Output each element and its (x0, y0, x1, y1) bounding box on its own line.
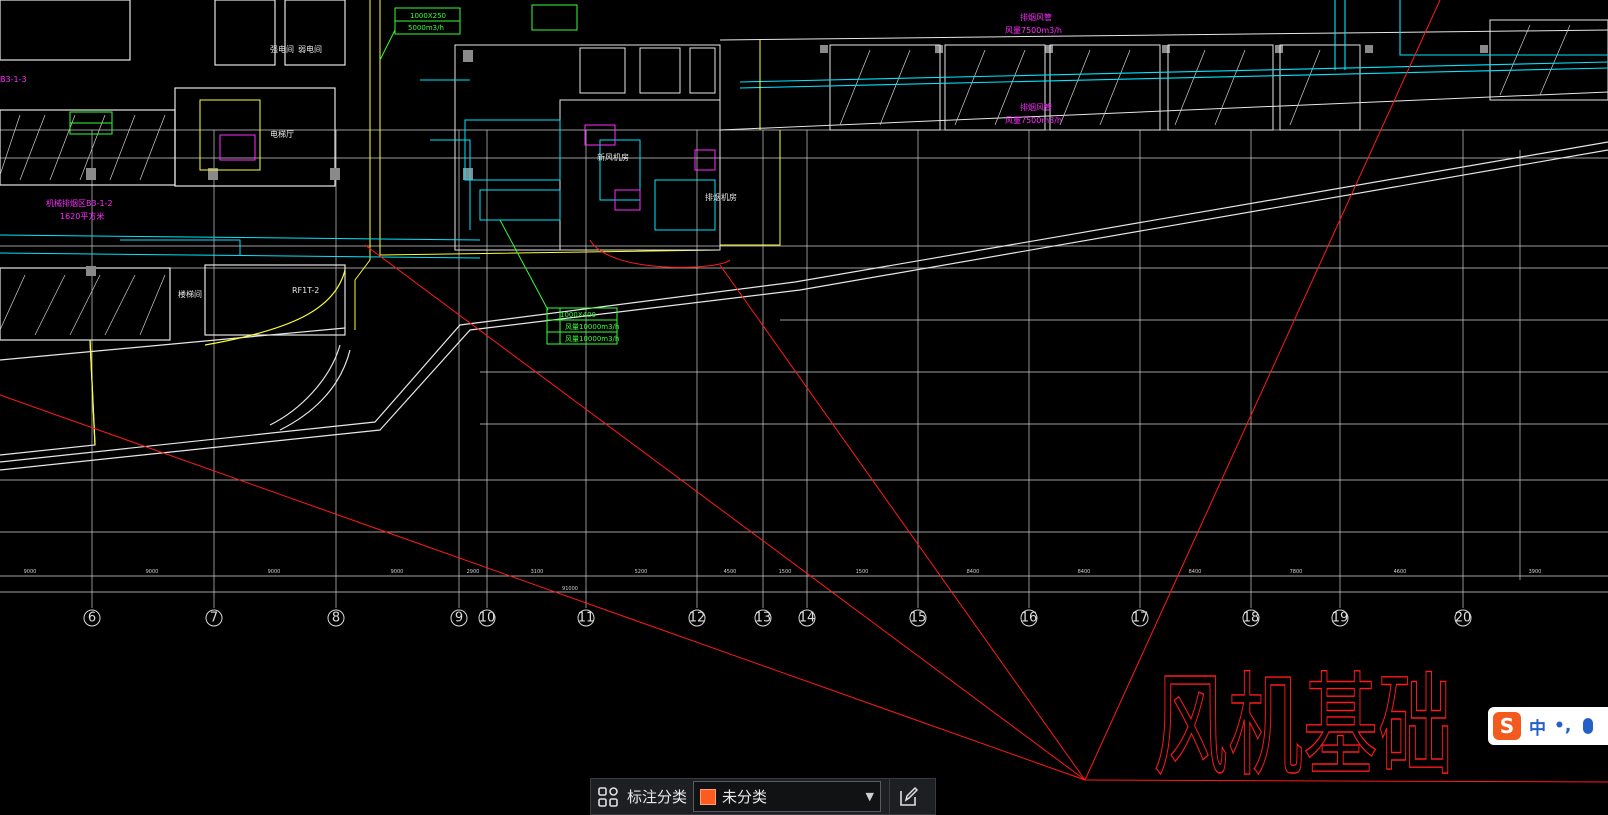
axis-label: 9 (455, 611, 463, 626)
axis-bubble-14: 14 (798, 609, 816, 627)
axis-bubble-8: 8 (327, 609, 345, 627)
apps-grid-icon[interactable] (591, 779, 625, 814)
dimension-value: 2900 (467, 569, 480, 575)
svg-text:1620平方米: 1620平方米 (60, 211, 104, 221)
svg-text:风量7500m3/h: 风量7500m3/h (1005, 26, 1062, 35)
axis-bubbles: 6 7 8 9 10 11 12 13 14 15 16 17 18 19 20 (83, 609, 1472, 627)
svg-text:强电间: 强电间 (270, 44, 294, 54)
svg-text:电梯厅: 电梯厅 (270, 129, 294, 139)
sogou-logo-icon[interactable]: S (1493, 712, 1521, 740)
axis-label: 12 (689, 611, 706, 626)
dimension-value: 8400 (967, 569, 980, 575)
grid-lines-vertical (91, 130, 1521, 608)
chevron-down-icon: ▼ (865, 790, 875, 803)
svg-text:风量7500m3/h: 风量7500m3/h (1005, 116, 1062, 125)
dimension-value: 1500 (856, 569, 869, 575)
edit-note-icon[interactable] (889, 779, 926, 814)
dimension-texts: 9000 9000 9000 9000 2900 3100 5200 4500 1500 1500… (24, 569, 1542, 575)
axis-bubble-19: 19 (1331, 609, 1349, 627)
classification-label: 标注分类 (627, 788, 688, 806)
axis-bubble-7: 7 (205, 609, 223, 627)
axis-bubble-9: 9 (450, 609, 468, 627)
svg-text:风量10000m3/h: 风量10000m3/h (565, 335, 619, 343)
dimension-value: 4500 (724, 569, 737, 575)
dimension-value: 9000 (146, 569, 159, 575)
svg-text:弱电间: 弱电间 (298, 44, 322, 54)
axis-label: 19 (1332, 611, 1349, 626)
axis-bubble-17: 17 (1131, 609, 1149, 627)
dimension-value: 3900 (1529, 569, 1542, 575)
svg-text:排烟机房: 排烟机房 (705, 192, 737, 202)
svg-text:新风机房: 新风机房 (597, 152, 629, 162)
dimension-value: 3100 (531, 569, 544, 575)
axis-label: 20 (1455, 611, 1472, 626)
svg-text:风量10000m3/h: 风量10000m3/h (565, 323, 619, 331)
dimension-lines (0, 575, 1608, 593)
svg-text:1000X250: 1000X250 (410, 12, 446, 20)
building-plan: 强电间 弱电间 电梯厅 B3-1-3 机械排烟区B3-1-2 1620平方米 排… (0, 0, 1608, 471)
dimension-value: 5200 (635, 569, 648, 575)
dimension-value: 8400 (1078, 569, 1091, 575)
svg-text:B3-1-3: B3-1-3 (0, 75, 27, 84)
axis-bubble-18: 18 (1242, 609, 1260, 627)
ime-language-toggle[interactable]: 中 (1529, 714, 1546, 739)
ime-status-widget[interactable]: S 中 •, (1488, 707, 1608, 745)
microphone-icon[interactable] (1583, 718, 1594, 734)
axis-label: 7 (210, 611, 218, 626)
dimension-value: 9000 (268, 569, 281, 575)
annotation-classification-toolbar: 标注分类 未分类 ▼ (590, 778, 936, 815)
dimension-value: 9000 (24, 569, 37, 575)
grid-lines-horizontal (0, 129, 1608, 533)
axis-bubble-20: 20 (1454, 609, 1472, 627)
axis-label: 13 (755, 611, 772, 626)
axis-bubble-15: 15 (909, 609, 927, 627)
axis-bubble-12: 12 (688, 609, 706, 627)
svg-text:RF1T-2: RF1T-2 (292, 286, 319, 295)
dimension-value: 9000 (391, 569, 404, 575)
svg-text:1000X400: 1000X400 (560, 311, 596, 319)
axis-bubble-6: 6 (83, 609, 101, 627)
axis-label: 8 (332, 611, 340, 626)
axis-bubble-16: 16 (1020, 609, 1038, 627)
axis-label: 15 (910, 611, 927, 626)
axis-bubble-11: 11 (577, 609, 595, 627)
axis-label: 11 (578, 611, 595, 626)
cad-drawing-canvas[interactable]: 9000 9000 9000 9000 2900 3100 5200 4500 1500 1500… (0, 0, 1608, 815)
ime-punctuation-toggle[interactable]: •, (1554, 716, 1571, 736)
axis-bubble-10: 10 (478, 609, 496, 627)
axis-label: 17 (1132, 611, 1149, 626)
axis-label: 14 (799, 611, 816, 626)
axis-label: 6 (88, 611, 96, 626)
classification-select[interactable]: 未分类 ▼ (693, 781, 882, 812)
svg-text:机械排烟区B3-1-2: 机械排烟区B3-1-2 (46, 198, 113, 208)
svg-text:排烟风管: 排烟风管 (1020, 102, 1052, 112)
dimension-value: 1500 (779, 569, 792, 575)
dimension-total: 91000 (562, 586, 578, 592)
annotation-text-fan-foundation[interactable]: 风机基础 (1152, 661, 1453, 792)
svg-text:5000m3/h: 5000m3/h (408, 24, 444, 32)
dimension-value: 7800 (1290, 569, 1303, 575)
axis-bubble-13: 13 (754, 609, 772, 627)
axis-label: 18 (1243, 611, 1260, 626)
dimension-value: 4600 (1394, 569, 1407, 575)
category-color-swatch (700, 788, 717, 805)
svg-text:排烟风管: 排烟风管 (1020, 12, 1052, 22)
axis-label: 16 (1021, 611, 1038, 626)
svg-text:楼梯间: 楼梯间 (178, 289, 202, 299)
dimension-value: 8400 (1189, 569, 1202, 575)
classification-selected-value: 未分类 (722, 788, 768, 806)
axis-label: 10 (479, 611, 496, 626)
